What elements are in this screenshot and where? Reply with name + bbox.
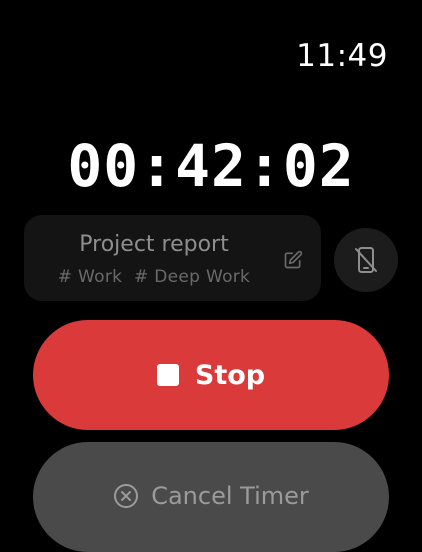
stop-label: Stop <box>194 359 266 391</box>
task-tags: # Work # Deep Work <box>24 267 284 287</box>
cancel-timer-button[interactable]: Cancel Timer <box>33 442 389 552</box>
cancel-timer-label: Cancel Timer <box>151 482 309 510</box>
task-card[interactable]: Project report # Work # Deep Work <box>24 215 321 301</box>
edit-icon[interactable] <box>283 250 303 270</box>
phone-off-icon <box>355 247 377 273</box>
task-title: Project report <box>79 232 229 257</box>
phone-off-button[interactable] <box>334 228 398 292</box>
stop-button[interactable]: Stop <box>33 320 389 430</box>
tag-deep-work: # Deep Work <box>134 267 251 287</box>
stop-icon <box>156 364 179 386</box>
close-circle-icon <box>114 484 139 508</box>
tag-work: # Work <box>57 267 123 287</box>
elapsed-time: 00:42:02 <box>67 132 355 200</box>
status-time: 11:49 <box>296 38 388 74</box>
